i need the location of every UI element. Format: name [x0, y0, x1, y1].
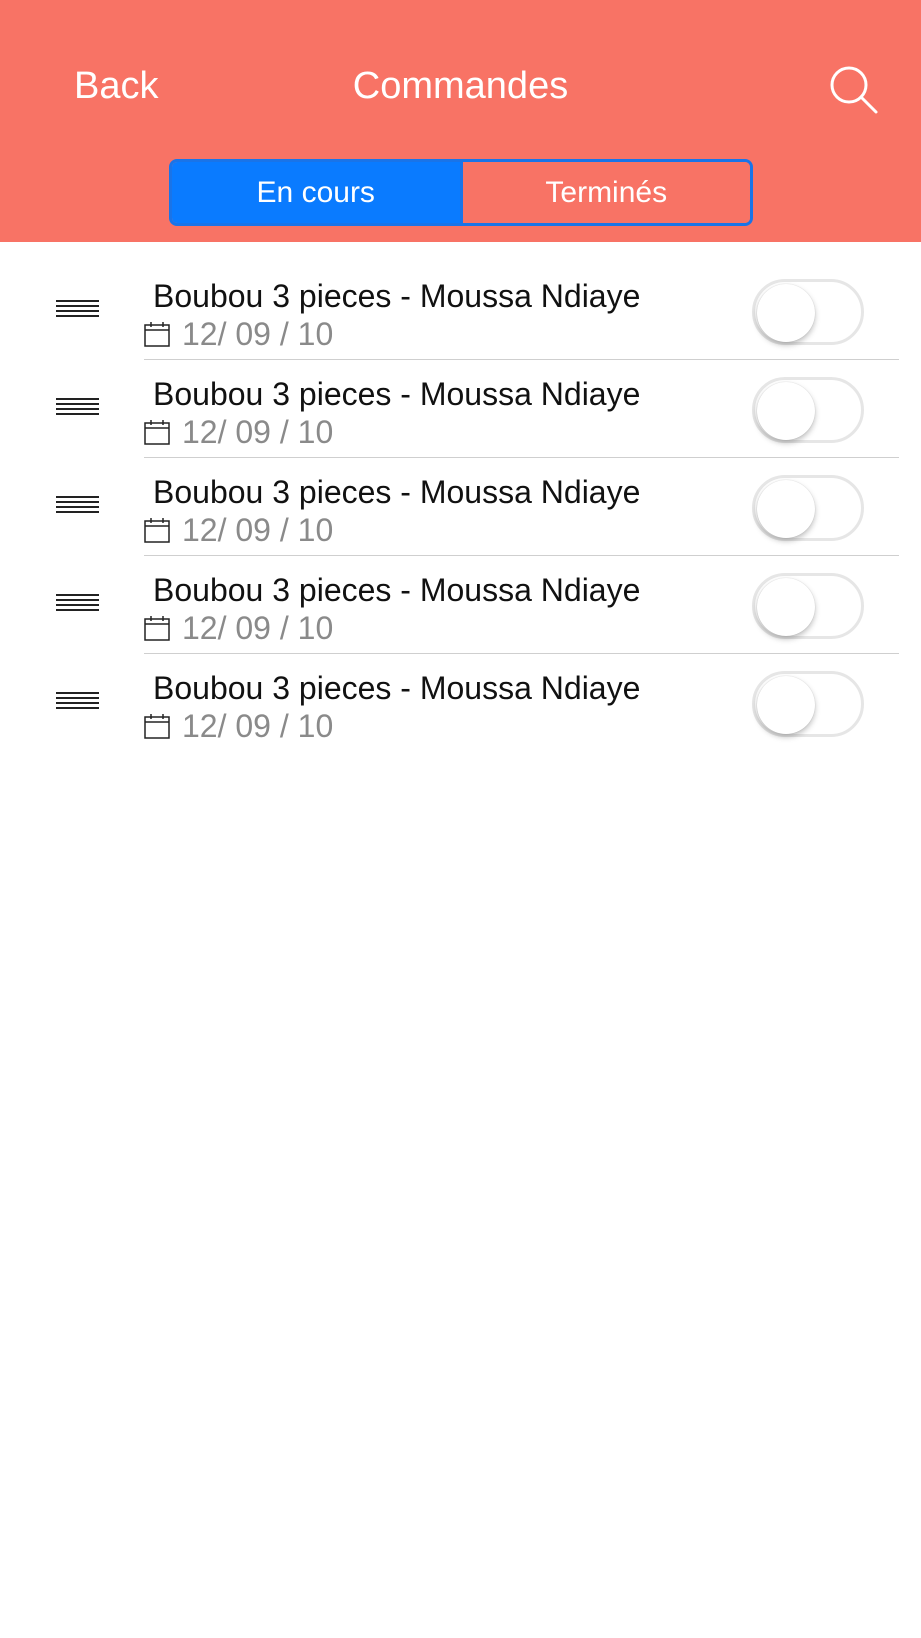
page-title: Commandes — [352, 65, 569, 107]
toggle-knob — [757, 676, 815, 734]
order-date: 12/ 09 / 10 — [182, 315, 334, 352]
order-toggle[interactable] — [752, 475, 864, 541]
tab-termines[interactable]: Terminés — [459, 162, 750, 223]
order-toggle[interactable] — [752, 377, 864, 443]
drag-handle-icon[interactable] — [56, 692, 99, 710]
order-name: Boubou 3 pieces - Moussa Ndiaye — [153, 376, 641, 412]
calendar-icon — [144, 322, 170, 347]
drag-handle-icon[interactable] — [56, 496, 99, 514]
nav-header: Back Commandes En cours Terminés — [0, 0, 921, 242]
order-toggle[interactable] — [752, 279, 864, 345]
order-name: Boubou 3 pieces - Moussa Ndiaye — [153, 278, 641, 314]
calendar-icon — [144, 420, 170, 445]
order-name: Boubou 3 pieces - Moussa Ndiaye — [153, 670, 641, 706]
toggle-knob — [757, 284, 815, 342]
calendar-icon — [144, 518, 170, 543]
order-date: 12/ 09 / 10 — [182, 609, 334, 646]
order-date: 12/ 09 / 10 — [182, 413, 334, 450]
toggle-knob — [757, 578, 815, 636]
status-segmented-control: En cours Terminés — [169, 159, 753, 226]
drag-handle-icon[interactable] — [56, 300, 99, 318]
drag-handle-icon[interactable] — [56, 398, 99, 416]
toggle-knob — [757, 382, 815, 440]
search-icon[interactable] — [828, 64, 880, 116]
order-date: 12/ 09 / 10 — [182, 511, 334, 548]
calendar-icon — [144, 714, 170, 739]
drag-handle-icon[interactable] — [56, 594, 99, 612]
list-item[interactable]: Boubou 3 pieces - Moussa Ndiaye 12/ 09 /… — [0, 556, 921, 654]
tab-en-cours[interactable]: En cours — [172, 162, 460, 223]
order-toggle[interactable] — [752, 671, 864, 737]
orders-list: Boubou 3 pieces - Moussa Ndiaye 12/ 09 /… — [0, 262, 921, 752]
order-toggle[interactable] — [752, 573, 864, 639]
list-item[interactable]: Boubou 3 pieces - Moussa Ndiaye 12/ 09 /… — [0, 654, 921, 752]
order-name: Boubou 3 pieces - Moussa Ndiaye — [153, 474, 641, 510]
calendar-icon — [144, 616, 170, 641]
list-item[interactable]: Boubou 3 pieces - Moussa Ndiaye 12/ 09 /… — [0, 360, 921, 458]
order-name: Boubou 3 pieces - Moussa Ndiaye — [153, 572, 641, 608]
toggle-knob — [757, 480, 815, 538]
list-item[interactable]: Boubou 3 pieces - Moussa Ndiaye 12/ 09 /… — [0, 458, 921, 556]
list-item[interactable]: Boubou 3 pieces - Moussa Ndiaye 12/ 09 /… — [0, 262, 921, 360]
order-date: 12/ 09 / 10 — [182, 707, 334, 744]
